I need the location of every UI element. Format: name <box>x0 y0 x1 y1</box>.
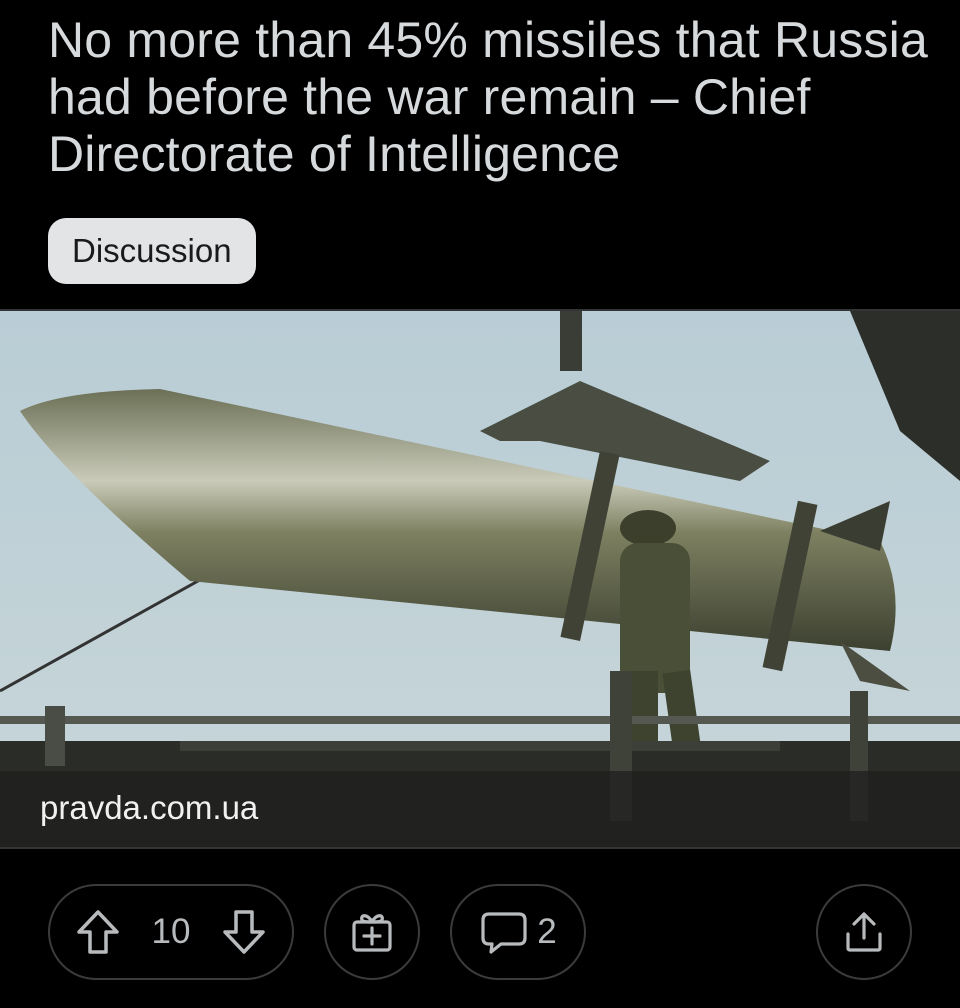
link-preview[interactable]: pravda.com.ua <box>0 309 960 849</box>
vote-count: 10 <box>151 912 191 951</box>
share-icon <box>840 908 888 956</box>
comments-button[interactable]: 2 <box>450 884 586 980</box>
post-title[interactable]: No more than 45% missiles that Russia ha… <box>48 12 928 183</box>
post-card[interactable]: No more than 45% missiles that Russia ha… <box>0 0 960 1008</box>
upvote-arrow-icon[interactable] <box>74 908 122 956</box>
gift-icon <box>348 908 396 956</box>
vote-control: 10 <box>48 884 294 980</box>
post-actions-bar: 10 2 <box>0 884 960 982</box>
link-domain-bar: pravda.com.ua <box>0 771 960 847</box>
downvote-arrow-icon[interactable] <box>220 908 268 956</box>
comment-count: 2 <box>537 912 557 951</box>
article-thumbnail <box>0 311 960 847</box>
comment-bubble-icon <box>479 908 529 956</box>
link-domain[interactable]: pravda.com.ua <box>40 789 258 827</box>
post-flair[interactable]: Discussion <box>48 218 256 284</box>
award-button[interactable] <box>324 884 420 980</box>
share-button[interactable] <box>816 884 912 980</box>
